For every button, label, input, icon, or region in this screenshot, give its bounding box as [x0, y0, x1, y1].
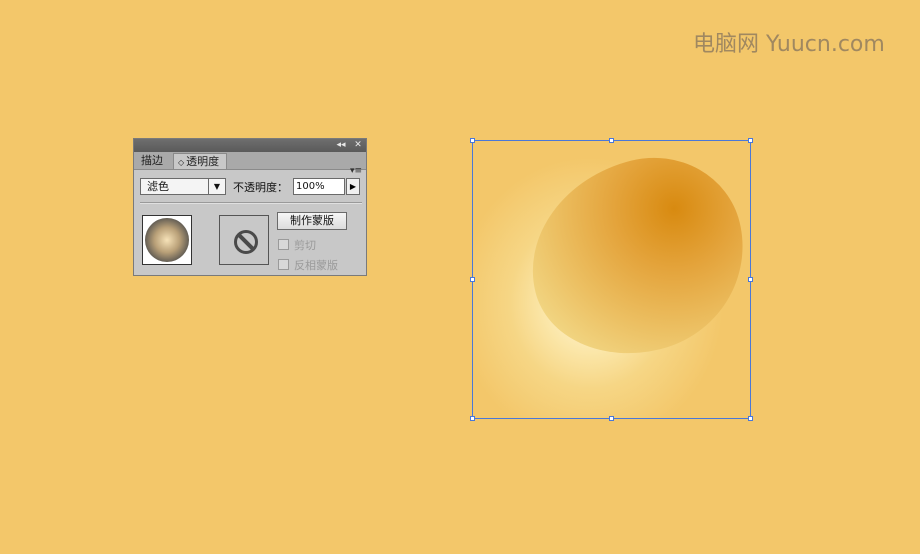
tab-stroke-label: 描边 [141, 154, 163, 167]
resize-handle-bottom-left[interactable] [470, 416, 475, 421]
resize-handle-bottom[interactable] [609, 416, 614, 421]
watermark: 电脑网 Yuucn.com [693, 32, 885, 57]
no-mask-icon [234, 230, 258, 254]
invert-mask-label: 反相蒙版 [294, 259, 338, 272]
chevron-down-icon[interactable]: ▼ [208, 179, 225, 194]
checkbox-icon [278, 239, 289, 250]
divider [140, 202, 362, 204]
panel-titlebar[interactable]: ◂◂ ✕ [134, 139, 366, 152]
resize-handle-top[interactable] [609, 138, 614, 143]
radial-gradient-icon [145, 218, 189, 262]
mask-thumbnail[interactable] [219, 215, 269, 265]
panel-menu-icon[interactable]: ▾≡ [350, 166, 362, 176]
make-mask-button[interactable]: 制作蒙版 [277, 212, 347, 230]
clip-label: 剪切 [294, 239, 316, 252]
tab-transparency-label: 透明度 [186, 155, 220, 168]
invert-mask-checkbox[interactable]: 反相蒙版 [278, 257, 358, 272]
transparency-panel: ◂◂ ✕ 描边 ◇ 透明度 ▾≡ 滤色 ▼ 不透明度： 100% ▶ 制作蒙版 剪… [133, 138, 367, 276]
resize-handle-bottom-right[interactable] [748, 416, 753, 421]
blend-mode-value: 滤色 [147, 180, 169, 193]
collapse-panel-icon[interactable]: ◂◂ [334, 139, 348, 152]
clip-checkbox[interactable]: 剪切 [278, 237, 358, 252]
panel-tabs: 描边 ◇ 透明度 ▾≡ [134, 152, 366, 176]
selection-bounding-box[interactable] [472, 140, 751, 419]
opacity-slider-arrow-icon[interactable]: ▶ [346, 178, 360, 195]
resize-handle-left[interactable] [470, 277, 475, 282]
opacity-input[interactable]: 100% [293, 178, 345, 195]
resize-handle-right[interactable] [748, 277, 753, 282]
resize-handle-top-right[interactable] [748, 138, 753, 143]
tab-transparency[interactable]: ◇ 透明度 [173, 153, 227, 169]
checkbox-icon [278, 259, 289, 270]
tab-stroke[interactable]: 描边 [137, 153, 173, 169]
blend-mode-select[interactable]: 滤色 ▼ [140, 178, 226, 195]
resize-handle-top-left[interactable] [470, 138, 475, 143]
object-thumbnail[interactable] [142, 215, 192, 265]
close-panel-icon[interactable]: ✕ [351, 139, 365, 152]
tab-options-icon: ◇ [178, 158, 185, 167]
opacity-label: 不透明度： [233, 181, 288, 194]
